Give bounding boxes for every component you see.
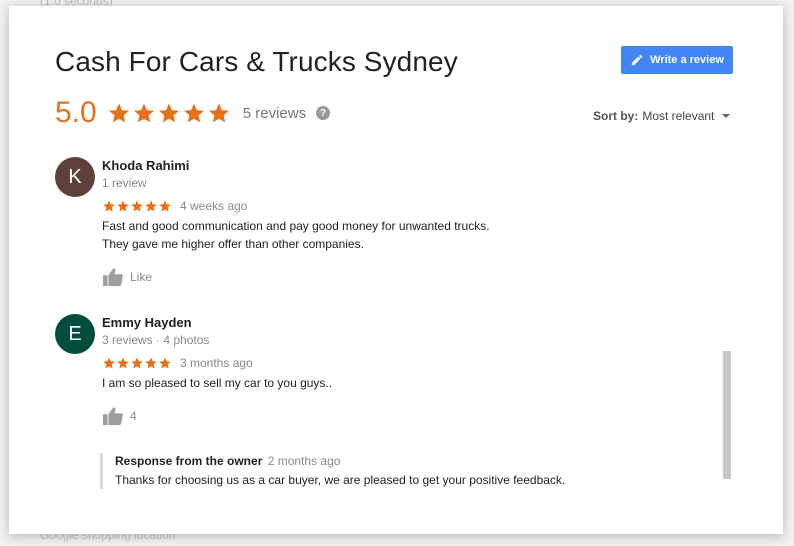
- owner-response-date: 2 months ago: [267, 454, 341, 468]
- star-icon: [117, 199, 129, 211]
- reviewer-name[interactable]: Emmy Hayden: [102, 314, 662, 331]
- like-button[interactable]: 4: [102, 406, 662, 426]
- review-text-line: Fast and good communication and pay good…: [102, 219, 490, 233]
- owner-response-text: Thanks for choosing us as a car buyer, w…: [115, 473, 566, 487]
- review-text: I am so pleased to sell my car to you gu…: [102, 374, 662, 392]
- write-review-button[interactable]: Write a review: [621, 46, 733, 74]
- owner-response-title: Response from the owner: [115, 454, 263, 468]
- sort-value: Most relevant: [642, 109, 715, 123]
- review-text-line: They gave me higher offer than other com…: [102, 237, 364, 251]
- thumbs-up-icon: [103, 407, 123, 426]
- star-icon: [183, 103, 204, 123]
- star-icon: [108, 103, 129, 123]
- review-stars: [102, 356, 172, 370]
- review-text-line: I am so pleased to sell my car to you gu…: [102, 376, 333, 390]
- rating-value: 5.0: [55, 96, 97, 129]
- rating-stars: [107, 101, 231, 125]
- write-review-label: Write a review: [650, 54, 724, 66]
- star-icon: [145, 199, 157, 211]
- avatar[interactable]: K: [55, 157, 95, 197]
- review-date: 4 weeks ago: [180, 198, 248, 213]
- star-icon: [131, 199, 143, 211]
- like-button[interactable]: Like: [102, 267, 662, 287]
- star-icon: [145, 356, 157, 368]
- reviews-count-link[interactable]: 5 reviews: [243, 105, 306, 122]
- reviewer-meta[interactable]: 3 reviews · 4 photos: [102, 332, 662, 349]
- star-icon: [208, 103, 229, 123]
- star-icon: [103, 356, 115, 368]
- rating-summary: 5.0 5 reviews ?: [55, 96, 331, 130]
- star-icon: [117, 356, 129, 368]
- avatar[interactable]: E: [55, 314, 95, 354]
- star-icon: [103, 199, 115, 211]
- star-icon: [159, 199, 171, 211]
- place-title: Cash For Cars & Trucks Sydney: [55, 46, 458, 77]
- sort-dropdown[interactable]: Sort by: Most relevant: [593, 109, 731, 123]
- review-stars: [102, 199, 172, 213]
- star-icon: [131, 356, 143, 368]
- star-icon: [159, 356, 171, 368]
- sort-label: Sort by:: [593, 109, 639, 123]
- like-label: Like: [130, 270, 153, 284]
- reviewer-name[interactable]: Khoda Rahimi: [102, 157, 662, 174]
- reviews-dialog: Cash For Cars & Trucks Sydney Write a re…: [9, 6, 783, 534]
- star-icon: [133, 103, 154, 123]
- thumbs-up-icon: [103, 268, 123, 287]
- caret-down-icon: [722, 114, 731, 118]
- review-date: 3 months ago: [180, 355, 253, 370]
- review-text: Fast and good communication and pay good…: [102, 217, 662, 253]
- like-count: 4: [130, 409, 137, 423]
- star-icon: [158, 103, 179, 123]
- pencil-icon: [631, 54, 643, 66]
- owner-response: Response from the owner 2 months ago Tha…: [100, 453, 675, 489]
- help-icon[interactable]: ?: [316, 106, 331, 120]
- scrollbar[interactable]: [723, 351, 731, 479]
- reviewer-meta[interactable]: 1 review: [102, 175, 662, 192]
